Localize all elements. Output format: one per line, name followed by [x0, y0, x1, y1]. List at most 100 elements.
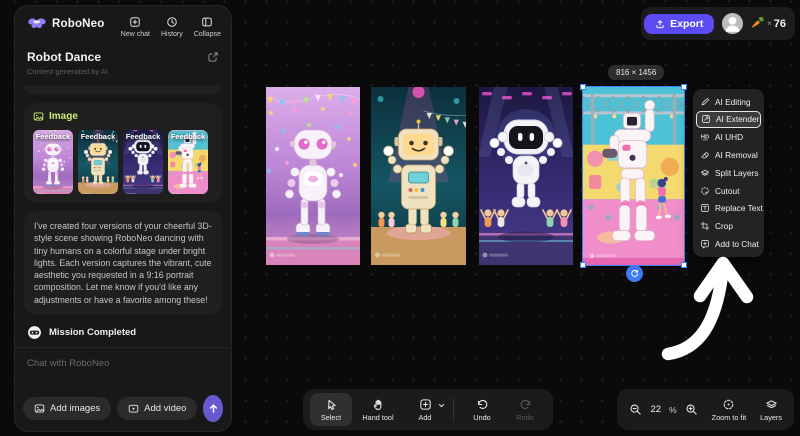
- credits-count: 76: [773, 17, 786, 30]
- menu-item-cutout[interactable]: Cutout: [693, 182, 764, 200]
- selection-handle-bottom-right[interactable]: [681, 262, 687, 268]
- person-icon: [725, 16, 740, 32]
- chat-input[interactable]: [23, 356, 223, 395]
- chat-input-area: Add images Add video: [15, 347, 231, 431]
- chat-sidebar: RoboNeo New chat History Collapse Robot …: [14, 5, 232, 432]
- account-toolbar: Export 🥕 × 76: [641, 7, 795, 40]
- zoom-in-button[interactable]: [685, 403, 698, 416]
- carrot-icon: 🥕: [751, 17, 766, 29]
- split-layers-icon: [701, 169, 709, 176]
- share-icon: [208, 52, 218, 62]
- add-images-button[interactable]: Add images: [23, 397, 112, 420]
- zoom-percentage[interactable]: 22: [650, 404, 661, 415]
- selection-handle-top-right[interactable]: [681, 84, 687, 90]
- hand-icon: [373, 399, 381, 410]
- mission-status-text: Mission Completed: [49, 327, 137, 339]
- redo-button[interactable]: Redo: [504, 393, 546, 426]
- roboneo-logo-icon: [28, 18, 46, 29]
- menu-item-crop[interactable]: Crop: [693, 217, 764, 235]
- plus-square-icon: [130, 17, 141, 27]
- selection-handle-bottom-left[interactable]: [580, 262, 586, 268]
- collapse-panel-icon: [202, 17, 213, 27]
- selection-handle-top-left[interactable]: [580, 84, 586, 90]
- new-chat-button[interactable]: New chat: [121, 16, 150, 38]
- undo-button[interactable]: Undo: [461, 393, 503, 426]
- generated-image: [583, 87, 684, 265]
- zoom-to-fit-button[interactable]: Zoom to fit: [712, 398, 746, 422]
- generated-image: [266, 87, 360, 265]
- refresh-icon: [631, 269, 639, 277]
- expand-icon: [702, 115, 710, 124]
- feedback-label[interactable]: Feedback: [33, 132, 73, 141]
- menu-item-replace-text[interactable]: Replace Text: [693, 199, 764, 217]
- clock-icon: [167, 17, 177, 27]
- undo-icon: [477, 399, 487, 409]
- image-icon: [33, 112, 44, 121]
- canvas-image-4-selected[interactable]: [580, 84, 687, 268]
- menu-item-split-layers[interactable]: Split Layers: [693, 164, 764, 182]
- canvas-toolbar: Select Hand tool Add Undo Redo: [303, 389, 553, 430]
- plus-square-icon: [419, 398, 431, 410]
- menu-item-ai-uhd[interactable]: HD AI UHD: [693, 128, 764, 146]
- layers-icon: [765, 399, 777, 408]
- thumbnail-row: Feedback Feedback Feedback Feedback: [33, 130, 213, 194]
- avatar[interactable]: [722, 13, 744, 34]
- open-external-button[interactable]: [207, 51, 219, 63]
- canvas-image-1[interactable]: [266, 87, 360, 265]
- zoom-out-button[interactable]: [629, 403, 642, 416]
- thumbnail-4[interactable]: Feedback: [168, 130, 208, 194]
- sidebar-actions: New chat History Collapse: [121, 16, 221, 38]
- menu-item-add-to-chat[interactable]: Add to Chat: [693, 235, 764, 253]
- sidebar-header: RoboNeo New chat History Collapse: [15, 6, 231, 40]
- svg-text:HD: HD: [701, 134, 709, 140]
- video-icon: [128, 404, 139, 413]
- select-tool-button[interactable]: Select: [310, 393, 352, 426]
- thumbnail-2[interactable]: Feedback: [78, 130, 118, 194]
- brand-name: RoboNeo: [52, 17, 105, 30]
- upload-icon: [656, 19, 664, 28]
- generated-image: [479, 87, 573, 265]
- ai-generated-note: Content generated by AI: [27, 67, 108, 76]
- credits-counter[interactable]: 🥕 × 76: [751, 18, 786, 30]
- menu-item-ai-extender[interactable]: AI Extender: [696, 110, 761, 128]
- feedback-label[interactable]: Feedback: [123, 132, 163, 141]
- robot-head-icon: [28, 326, 41, 340]
- send-button[interactable]: [203, 395, 223, 422]
- redo-icon: [520, 399, 530, 409]
- assistant-message-card: I've created four versions of your cheer…: [24, 211, 222, 316]
- assistant-message-text: I've created four versions of your cheer…: [34, 221, 212, 305]
- canvas-image-2[interactable]: [371, 87, 466, 265]
- hand-tool-button[interactable]: Hand tool: [353, 393, 403, 426]
- crosshair-icon: [724, 399, 734, 409]
- regenerate-button[interactable]: [626, 265, 643, 282]
- image-context-menu: AI Editing AI Extender HD AI UHD AI Remo…: [693, 89, 764, 258]
- canvas-image-3[interactable]: [479, 87, 573, 265]
- thumbnail-1[interactable]: Feedback: [33, 130, 73, 194]
- layers-button[interactable]: Layers: [760, 398, 782, 422]
- menu-item-ai-editing[interactable]: AI Editing: [693, 93, 764, 111]
- message-scroll-area[interactable]: Image Feedback Feedback Feedback Feedbac…: [15, 85, 231, 347]
- magic-pen-icon: [701, 98, 709, 106]
- add-video-button[interactable]: Add video: [117, 397, 198, 420]
- crop-icon: [700, 221, 710, 231]
- image-results-card: Image Feedback Feedback Feedback Feedbac…: [24, 103, 222, 203]
- menu-item-ai-removal[interactable]: AI Removal: [693, 146, 764, 164]
- toolbar-divider: [453, 397, 454, 422]
- cursor-icon: [327, 399, 336, 410]
- brand: RoboNeo: [27, 16, 105, 31]
- arrow-up-icon: [209, 404, 217, 413]
- zoom-controls: 22 % Zoom to fit Layers: [617, 389, 794, 430]
- replace-text-icon: [701, 204, 709, 213]
- collapse-button[interactable]: Collapse: [194, 16, 221, 38]
- history-button[interactable]: History: [161, 16, 183, 38]
- thumbnail-3[interactable]: Feedback: [123, 130, 163, 194]
- cutout-icon: [701, 186, 709, 195]
- eraser-icon: [701, 151, 709, 158]
- hd-icon: HD: [701, 134, 709, 141]
- add-to-chat-icon: [701, 240, 709, 249]
- add-tool-button[interactable]: Add: [404, 393, 446, 426]
- mission-status: Mission Completed: [24, 323, 222, 342]
- feedback-label[interactable]: Feedback: [168, 132, 208, 141]
- export-button[interactable]: Export: [644, 13, 715, 34]
- feedback-label[interactable]: Feedback: [78, 132, 118, 141]
